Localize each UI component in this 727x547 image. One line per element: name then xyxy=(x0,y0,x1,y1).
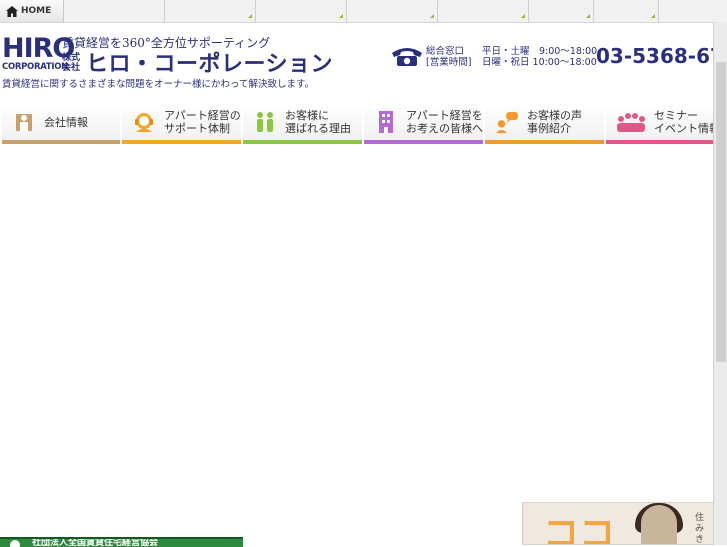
speech-bubble-icon xyxy=(495,110,519,134)
house-icon xyxy=(6,5,18,17)
support-headset-icon xyxy=(132,110,156,134)
vertical-scrollbar[interactable] xyxy=(713,22,727,545)
people-icon xyxy=(253,110,277,134)
home-label[interactable]: HOME xyxy=(21,6,51,16)
nav-label-line1: 会社情報 xyxy=(44,115,88,129)
company-description: 賃貸経営に関するさまざまな問題をオーナー様にかわって解決致します。 xyxy=(2,79,315,90)
nav-label-line1: アパート経営の xyxy=(164,109,241,122)
breadcrumb-segment xyxy=(256,0,347,22)
promo-side-text: 住み きっと xyxy=(695,513,705,545)
hours-weekday: 平日・土曜 9:00〜18:00 xyxy=(482,46,598,57)
phone-number[interactable]: 03-5368-674 xyxy=(596,44,727,68)
nav-label-line1: お客様に xyxy=(285,109,329,122)
nav-label-line2: サポート体制 xyxy=(164,122,230,135)
badge-icon xyxy=(10,540,20,547)
logo-text: HIRO xyxy=(2,33,75,64)
nav-label-line2: 事例紹介 xyxy=(527,122,571,135)
association-banner-text: 社団法人全国賃貸住宅経営協会 xyxy=(32,538,159,547)
telephone-icon xyxy=(392,48,422,66)
hours-weekend: 日曜・祝日 10:00〜18:00 xyxy=(482,57,597,68)
nav-item-reasons[interactable]: お客様に 選ばれる理由 xyxy=(243,104,362,144)
model-face xyxy=(641,505,677,544)
promo-banner[interactable]: ココ 住み きっと xyxy=(522,502,714,545)
nav-item-seminars[interactable]: セミナー イベント情報 xyxy=(606,104,714,144)
contact-labels: 総合窓口 [営業時間] xyxy=(426,46,471,68)
scrollbar-thumb[interactable] xyxy=(716,62,726,362)
association-banner[interactable]: 社団法人全国賃貸住宅経営協会 xyxy=(0,537,243,547)
breadcrumb-bar: HOME xyxy=(0,0,727,23)
nav-item-company-info[interactable]: 会社情報 xyxy=(2,104,120,144)
nav-item-testimonials[interactable]: お客様の声 事例紹介 xyxy=(485,104,604,144)
breadcrumb-segment xyxy=(594,0,659,22)
breadcrumb-segment xyxy=(529,0,594,22)
promo-headline: ココ xyxy=(543,514,616,545)
nav-item-for-owners[interactable]: アパート経営を お考えの皆様へ xyxy=(364,104,483,144)
breadcrumb-segment xyxy=(165,0,256,22)
nav-label-line2: イベント情報 xyxy=(654,122,714,135)
home-link[interactable]: HOME xyxy=(0,0,64,22)
company-prefix: 株式会社 xyxy=(62,53,81,73)
nav-label-line2: お考えの皆様へ xyxy=(406,122,483,135)
breadcrumb-segment xyxy=(64,0,165,22)
contact-label-main: 総合窓口 xyxy=(426,46,465,57)
nav-item-support[interactable]: アパート経営の サポート体制 xyxy=(122,104,241,144)
main-nav: 会社情報 アパート経営の サポート体制 お客様に 選ばれる理由 アパート経営を … xyxy=(0,104,727,146)
breadcrumb-segment xyxy=(347,0,438,22)
building-person-icon xyxy=(12,110,36,134)
audience-icon xyxy=(616,110,646,134)
breadcrumb-segment xyxy=(438,0,529,22)
nav-label-line1: セミナー xyxy=(654,109,698,122)
nav-label-line1: アパート経営を xyxy=(406,109,483,122)
nav-label-line2: 選ばれる理由 xyxy=(285,122,351,135)
business-hours: 平日・土曜 9:00〜18:00 日曜・祝日 10:00〜18:00 xyxy=(482,46,597,68)
contact-label-hours: [営業時間] xyxy=(426,57,472,68)
company-name: ヒロ・コーポレーション xyxy=(86,52,334,77)
apartment-icon xyxy=(374,110,398,134)
logo-subtext: CORPORATION xyxy=(2,62,68,72)
nav-label-line1: お客様の声 xyxy=(527,109,582,122)
